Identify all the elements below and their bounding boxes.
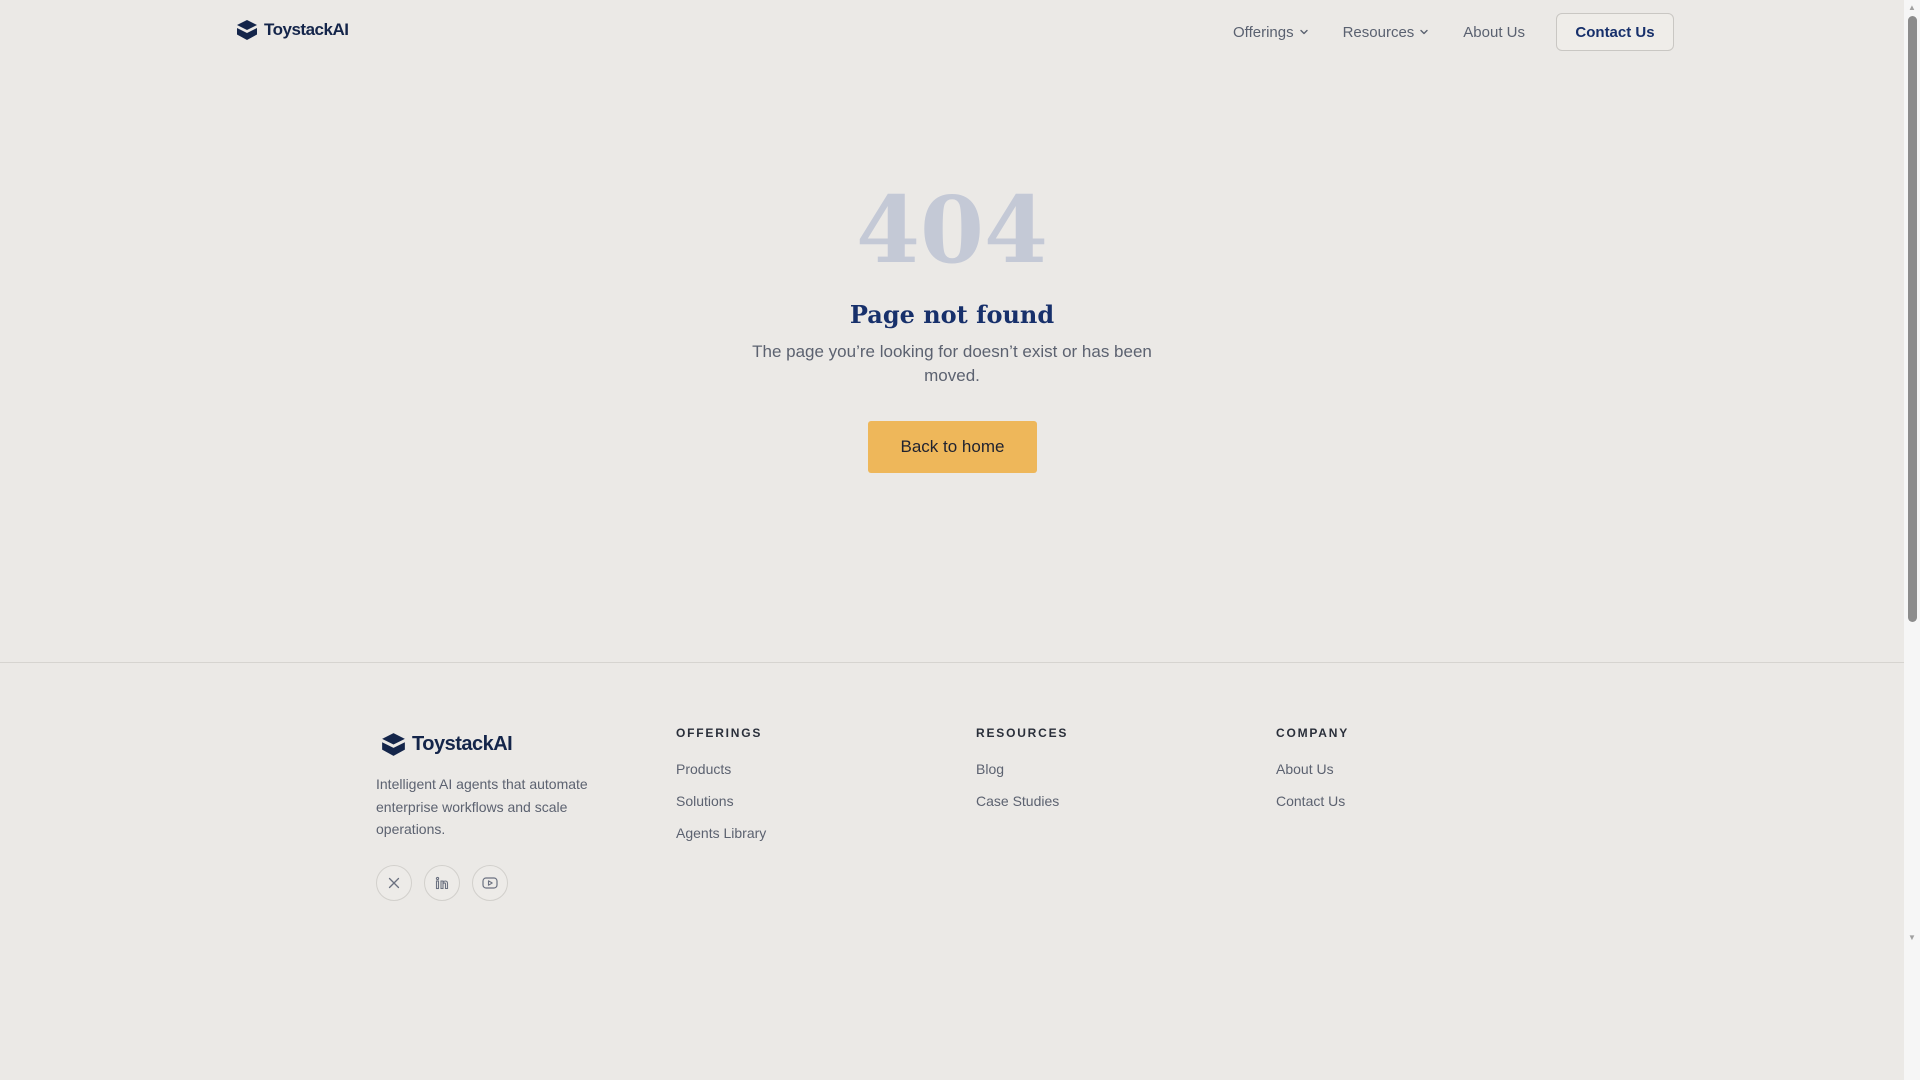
brand-name: ToystackAI — [264, 20, 349, 39]
nav-item-resources[interactable]: Resources — [1343, 24, 1430, 41]
not-found-section: 404 Page not found The page you’re looki… — [0, 64, 1904, 662]
youtube-social-button[interactable] — [472, 865, 508, 901]
back-to-home-button[interactable]: Back to home — [868, 421, 1037, 473]
x-icon — [388, 877, 400, 889]
scrollbar-thumb[interactable] — [1908, 16, 1917, 622]
youtube-icon — [482, 877, 498, 889]
toystack-logo-icon — [381, 732, 406, 757]
linkedin-social-button[interactable] — [424, 865, 460, 901]
linkedin-icon — [435, 876, 449, 890]
brand-name: ToystackAI — [412, 733, 513, 755]
footer-link-agents-library[interactable]: Agents Library — [676, 824, 766, 842]
nav-item-label: Offerings — [1233, 23, 1294, 41]
footer-link-contact-us[interactable]: Contact Us — [1276, 792, 1349, 810]
site-header: ToystackAI Offerings Resources About Us … — [0, 0, 1904, 64]
footer-tagline: Intelligent AI agents that automate ente… — [376, 776, 588, 837]
error-code: 404 — [855, 176, 1049, 284]
footer-column-heading: OFFERINGS — [676, 726, 763, 740]
nav-item-about-us[interactable]: About Us — [1463, 24, 1525, 41]
site-footer: ToystackAI Intelligent AI agents that au… — [0, 663, 1904, 1080]
x-social-button[interactable] — [376, 865, 412, 901]
nav-item-label: Resources — [1342, 23, 1415, 41]
chevron-down-icon — [1299, 27, 1309, 37]
header-logo[interactable]: ToystackAI — [236, 19, 349, 41]
footer-logo[interactable]: ToystackAI — [381, 732, 513, 757]
footer-column-heading: COMPANY — [1276, 726, 1350, 740]
scroll-down-icon[interactable]: ▼ — [1908, 934, 1916, 942]
footer-link-solutions[interactable]: Solutions — [676, 792, 766, 810]
page-scrollbar[interactable]: ▲ ▼ — [1904, 0, 1920, 1080]
footer-link-blog[interactable]: Blog — [976, 760, 1068, 778]
footer-column-heading: RESOURCES — [976, 726, 1069, 740]
footer-link-about-us[interactable]: About Us — [1276, 760, 1349, 778]
error-title: Page not found — [849, 300, 1055, 329]
scroll-up-icon[interactable]: ▲ — [1908, 4, 1916, 12]
nav-item-label: About Us — [1463, 23, 1525, 41]
error-description: The page you’re looking for doesn’t exis… — [752, 342, 1152, 385]
chevron-down-icon — [1419, 27, 1429, 37]
footer-link-case-studies[interactable]: Case Studies — [976, 792, 1068, 810]
footer-link-products[interactable]: Products — [676, 760, 766, 778]
main-nav: Offerings Resources About Us Contact Us — [1233, 13, 1674, 51]
footer-column-company: COMPANY About Us Contact Us — [1276, 726, 1349, 824]
page: ToystackAI Offerings Resources About Us … — [0, 0, 1904, 1080]
toystack-logo-icon — [236, 19, 258, 41]
nav-item-offerings[interactable]: Offerings — [1233, 24, 1309, 41]
footer-column-resources: RESOURCES Blog Case Studies — [976, 726, 1068, 824]
contact-us-button[interactable]: Contact Us — [1556, 13, 1674, 51]
footer-column-offerings: OFFERINGS Products Solutions Agents Libr… — [676, 726, 766, 856]
social-links — [376, 865, 508, 901]
